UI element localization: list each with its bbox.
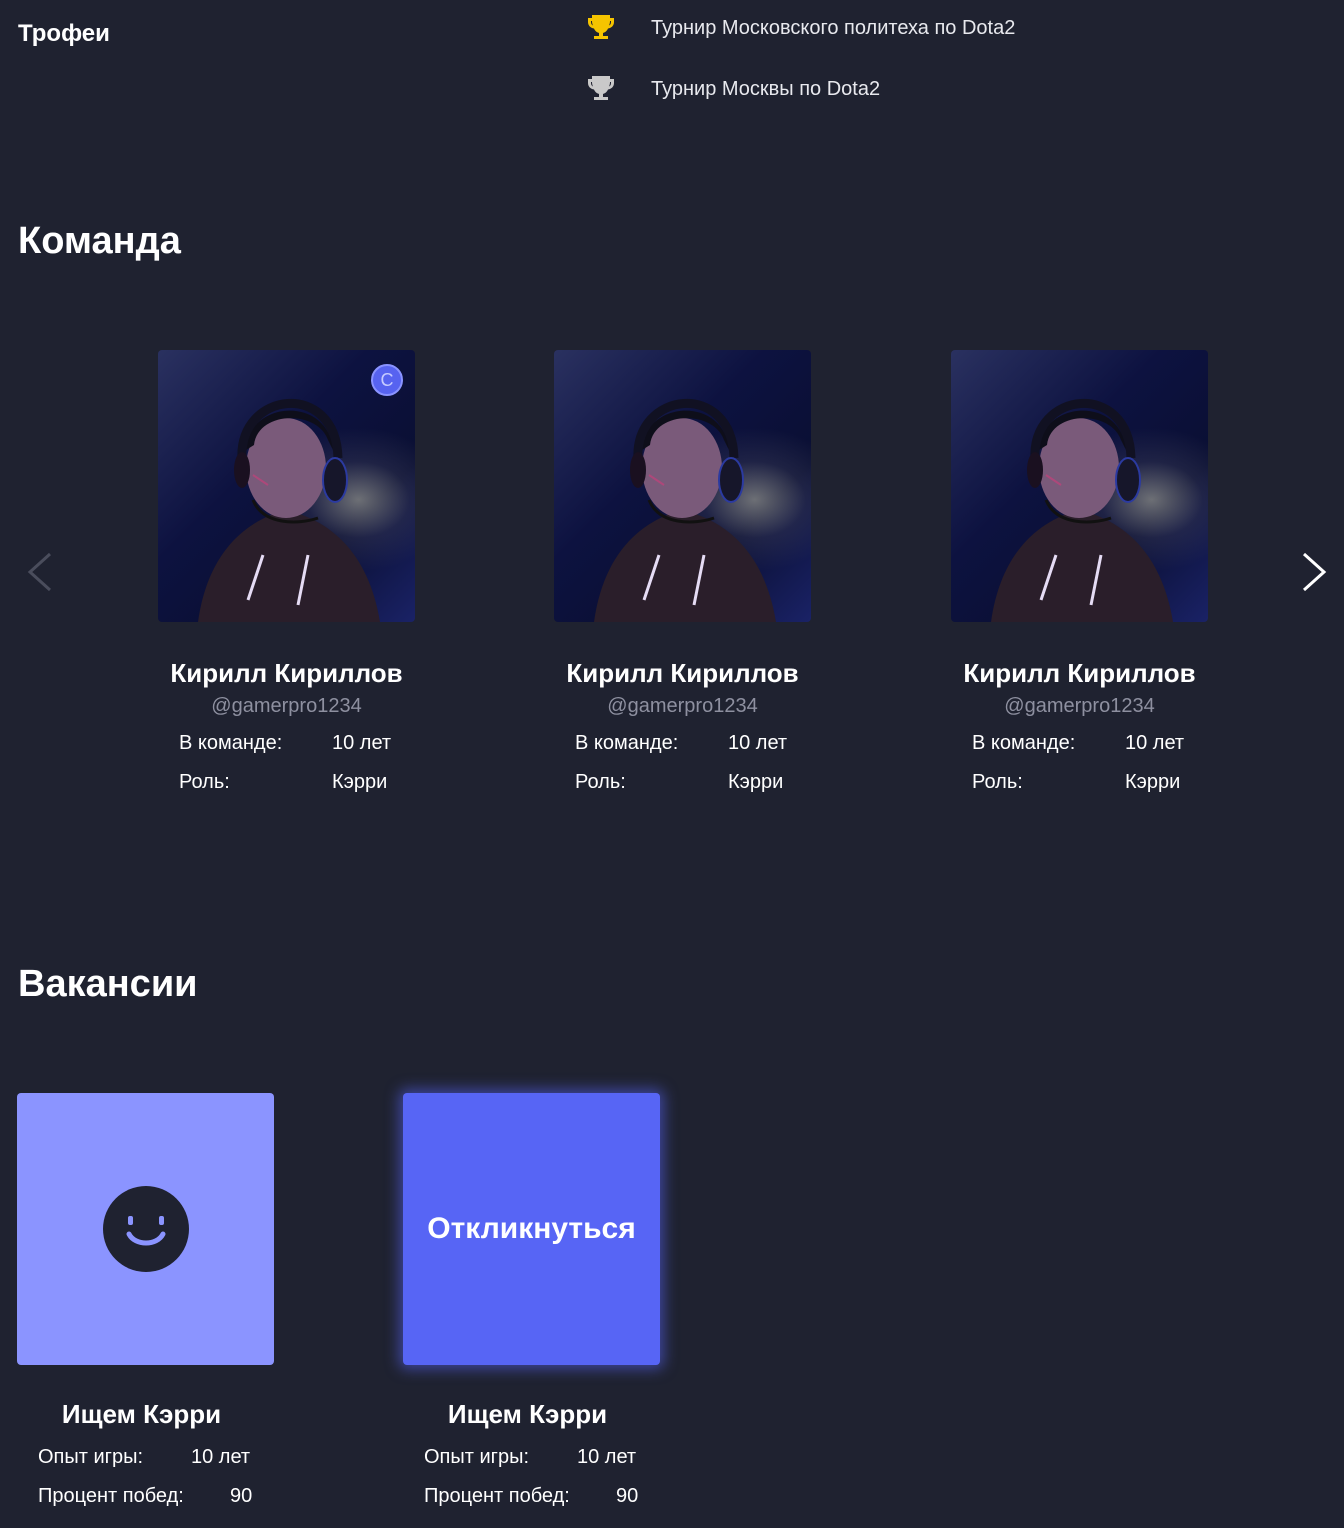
member-name: Кирилл Кириллов [170, 658, 403, 688]
wins-value: 90 [230, 1485, 253, 1507]
member-name: Кирилл Кириллов [963, 658, 1196, 688]
trophy-label: Турнир Москвы по Dota2 [651, 77, 881, 100]
vacancy-card[interactable]: Откликнуться Ищем Кэрри Опыт игры: 10 ле… [403, 1093, 660, 1508]
trophy-list: Турнир Московского политеха по Dota2 Тур… [584, 8, 1015, 130]
exp-value: 10 лет [577, 1446, 637, 1468]
member-role-row: Роль: Кэрри [158, 771, 415, 794]
member-team-row: В команде: 10 лет [951, 732, 1208, 755]
member-avatar [554, 350, 811, 622]
respond-button[interactable]: Откликнуться [403, 1093, 660, 1365]
in-team-label: В команде: [972, 732, 1076, 754]
vacancy-exp-row: Опыт игры: 10 лет [17, 1446, 274, 1469]
chevron-right-icon [1302, 552, 1327, 592]
smiley-icon [102, 1186, 189, 1272]
role-value: Кэрри [728, 771, 784, 793]
vacancy-wins-row: Процент побед: 90 [17, 1485, 274, 1508]
wins-label: Процент побед: [38, 1485, 184, 1507]
team-member-card[interactable]: Кирилл Кириллов @gamerpro1234 В команде:… [951, 350, 1208, 794]
role-value: Кэрри [1125, 771, 1181, 793]
trophy-item: Турнир Московского политеха по Dota2 [584, 8, 1015, 48]
vacancy-wins-row: Процент побед: 90 [403, 1485, 660, 1508]
exp-value: 10 лет [191, 1446, 251, 1468]
carousel-prev-button[interactable] [24, 550, 58, 594]
in-team-label: В команде: [179, 732, 283, 754]
vacancy-title: Ищем Кэрри [61, 1399, 222, 1429]
vacancy-title: Ищем Кэрри [447, 1399, 608, 1429]
person-avatar-icon [991, 399, 1173, 622]
respond-button-label: Откликнуться [427, 1212, 636, 1245]
team-member-card[interactable]: C Кирилл Кириллов @gamerpro1234 В команд… [158, 350, 415, 794]
member-handle: @gamerpro1234 [1004, 695, 1155, 717]
in-team-value: 10 лет [728, 732, 788, 754]
wins-label: Процент побед: [424, 1485, 570, 1507]
vacancy-image [17, 1093, 274, 1365]
in-team-value: 10 лет [332, 732, 392, 754]
trophy-silver-icon [584, 72, 618, 106]
trophy-label: Турнир Московского политеха по Dota2 [651, 16, 1016, 39]
role-value: Кэрри [332, 771, 388, 793]
member-handle: @gamerpro1234 [607, 695, 758, 717]
role-label: Роль: [972, 771, 1023, 793]
wins-value: 90 [616, 1485, 639, 1507]
captain-badge: C [371, 364, 403, 396]
exp-label: Опыт игры: [424, 1446, 529, 1468]
member-role-row: Роль: Кэрри [951, 771, 1208, 794]
member-name: Кирилл Кириллов [566, 658, 799, 688]
team-section-title: Команда [18, 220, 181, 262]
member-team-row: В команде: 10 лет [158, 732, 415, 755]
chevron-left-icon [27, 552, 52, 592]
member-team-row: В команде: 10 лет [554, 732, 811, 755]
in-team-label: В команде: [575, 732, 679, 754]
vacancy-exp-row: Опыт игры: 10 лет [403, 1446, 660, 1469]
in-team-value: 10 лет [1125, 732, 1185, 754]
role-label: Роль: [575, 771, 626, 793]
vacancies-section-title: Вакансии [18, 963, 198, 1005]
trophy-gold-icon [584, 11, 618, 45]
trophies-title: Трофеи [18, 20, 110, 47]
member-avatar: C [158, 350, 415, 622]
role-label: Роль: [179, 771, 230, 793]
vacancy-card[interactable]: Ищем Кэрри Опыт игры: 10 лет Процент поб… [17, 1093, 274, 1508]
person-avatar-icon [594, 399, 776, 622]
trophy-item: Турнир Москвы по Dota2 [584, 69, 1015, 109]
carousel-next-button[interactable] [1296, 550, 1330, 594]
member-handle: @gamerpro1234 [211, 695, 362, 717]
team-member-card[interactable]: Кирилл Кириллов @gamerpro1234 В команде:… [554, 350, 811, 794]
member-role-row: Роль: Кэрри [554, 771, 811, 794]
exp-label: Опыт игры: [38, 1446, 143, 1468]
member-avatar [951, 350, 1208, 622]
